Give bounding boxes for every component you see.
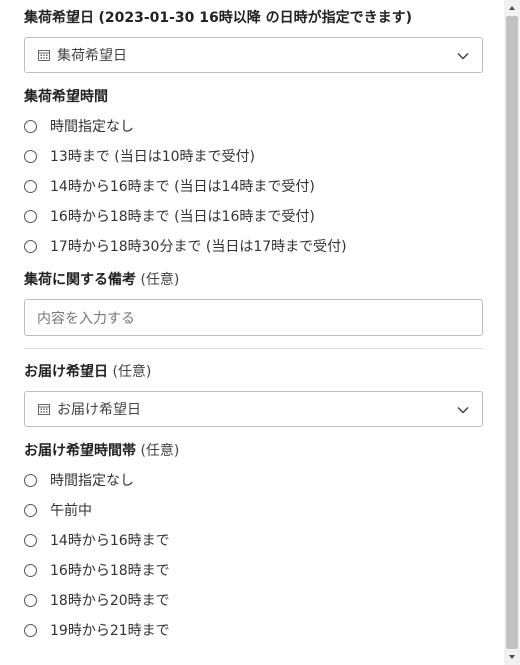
radio-option[interactable]: 19時から21時まで [24,615,170,645]
scroll-down-arrow-icon[interactable] [504,649,520,665]
radio-label: 13時まで (当日は10時まで受付) [50,149,256,165]
radio-button[interactable] [24,533,37,547]
optional-tag: (任意) [140,272,180,288]
delivery-date-select[interactable]: お届け希望日 [24,391,483,427]
pickup-date-select[interactable]: 集荷希望日 [24,37,483,73]
pickup-time-label: 集荷希望時間 [24,89,108,105]
calendar-icon [37,402,51,416]
pickup-note-input[interactable]: 内容を入力する [24,299,483,336]
chevron-down-icon [456,48,470,62]
radio-option[interactable]: 時間指定なし [24,111,347,141]
pickup-date-label: 集荷希望日 (2023-01-30 16時以降 の日時が指定できます) [24,10,413,26]
radio-label: 17時から18時30分まで (当日は17時まで受付) [50,239,347,255]
radio-label: 時間指定なし [50,473,134,489]
radio-label: 16時から18時まで (当日は16時まで受付) [50,209,315,225]
radio-option[interactable]: 午前中 [24,495,170,525]
radio-button[interactable] [24,149,37,163]
radio-button[interactable] [24,179,37,193]
chevron-down-icon [456,402,470,416]
calendar-icon [37,48,51,62]
radio-option[interactable]: 14時から16時まで (当日は14時まで受付) [24,171,347,201]
radio-label: 18時から20時まで [50,593,170,609]
radio-option[interactable]: 17時から18時30分まで (当日は17時まで受付) [24,231,347,261]
pickup-note-label: 集荷に関する備考 (任意) [24,272,180,288]
vertical-scrollbar[interactable] [504,0,520,665]
radio-label: 19時から21時まで [50,623,170,639]
radio-button[interactable] [24,503,37,517]
radio-label: 14時から16時まで [50,533,170,549]
scroll-up-arrow-icon[interactable] [504,0,520,16]
radio-button[interactable] [24,473,37,487]
radio-button[interactable] [24,623,37,637]
scrollbar-thumb[interactable] [506,16,518,649]
optional-tag: (任意) [140,443,180,459]
radio-button[interactable] [24,119,37,133]
section-divider [24,348,483,349]
radio-option[interactable]: 18時から20時まで [24,585,170,615]
delivery-date-select-text: お届け希望日 [57,402,141,418]
radio-label: 14時から16時まで (当日は14時まで受付) [50,179,315,195]
pickup-time-radio-group: 時間指定なし 13時まで (当日は10時まで受付) 14時から16時まで (当日… [24,111,347,261]
delivery-time-radio-group: 時間指定なし 午前中 14時から16時まで 16時から18時まで 18時から20… [24,465,170,645]
radio-label: 16時から18時まで [50,563,170,579]
delivery-date-label: お届け希望日 (任意) [24,364,152,380]
radio-button[interactable] [24,209,37,223]
radio-option[interactable]: 時間指定なし [24,465,170,495]
radio-label: 午前中 [50,503,92,519]
optional-tag: (任意) [112,364,152,380]
radio-button[interactable] [24,563,37,577]
radio-option[interactable]: 16時から18時まで (当日は16時まで受付) [24,201,347,231]
radio-option[interactable]: 13時まで (当日は10時まで受付) [24,141,347,171]
radio-option[interactable]: 16時から18時まで [24,555,170,585]
radio-label: 時間指定なし [50,119,134,135]
pickup-date-select-text: 集荷希望日 [57,48,127,64]
radio-button[interactable] [24,593,37,607]
delivery-time-label: お届け希望時間帯 (任意) [24,443,180,459]
pickup-date-note: (2023-01-30 16時以降 の日時が指定できます) [98,10,413,26]
radio-option[interactable]: 14時から16時まで [24,525,170,555]
radio-button[interactable] [24,239,37,253]
